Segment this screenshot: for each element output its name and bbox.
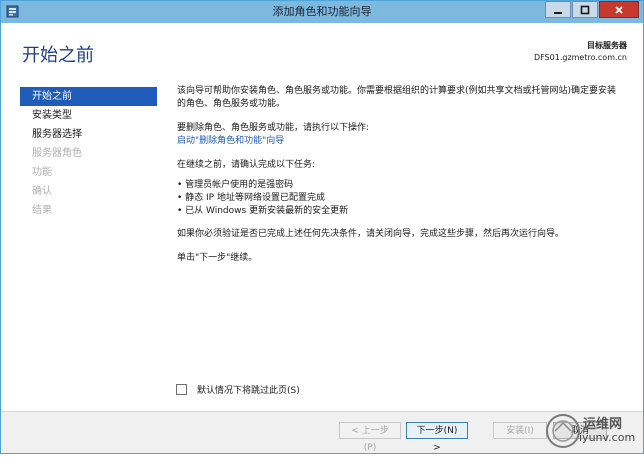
intro-text: 该向导可帮助你安装角色、角色服务或功能。你需要根据组织的计算要求(例如共享文档或… (177, 86, 617, 109)
next-button[interactable]: 下一步(N) > (406, 422, 468, 453)
wizard-nav: 开始之前 安装类型 服务器选择 服务器角色 功能 确认 结果 (20, 87, 157, 220)
list-item: • 管理员帐户使用的是强密码 (177, 180, 294, 190)
remove-intro-text: 要删除角色、角色服务或功能，请执行以下操作: (177, 123, 370, 133)
target-server-label: 目标服务器 (587, 41, 627, 50)
close-icon (615, 5, 623, 14)
maximize-button[interactable] (572, 1, 598, 18)
nav-item-confirmation: 确认 (32, 186, 52, 197)
nav-item-server-selection[interactable]: 服务器选择 (20, 125, 157, 144)
title-bar[interactable]: 添加角色和功能向导 (1, 1, 643, 23)
prereq-list: • 管理员帐户使用的是强密码 • 静态 IP 地址等网络设置已配置完成 • 已从… (177, 179, 617, 218)
verify-note-text: 如果你必须验证是否已完成上述任何先决条件，请关闭向导，完成这些步骤，然后再次运行… (177, 229, 565, 239)
click-next-text: 单击"下一步"继续。 (177, 253, 258, 263)
maximize-icon (580, 5, 590, 14)
watermark: 运维网 iyunv.com (543, 405, 643, 453)
minimize-button[interactable] (545, 1, 571, 18)
watermark-text-top: 运维网 (583, 417, 623, 432)
nav-item-results: 结果 (32, 205, 52, 216)
nav-item-before-you-begin[interactable]: 开始之前 (20, 87, 157, 106)
skip-page-row[interactable]: 默认情况下将跳过此页(S) (176, 383, 300, 396)
skip-page-label: 默认情况下将跳过此页(S) (197, 386, 300, 396)
nav-item-installation-type[interactable]: 安装类型 (20, 106, 157, 125)
target-server-info: 目标服务器 DFS01.gzmetro.com.cn (534, 40, 627, 64)
nav-item-features: 功能 (32, 167, 52, 178)
target-server-name: DFS01.gzmetro.com.cn (533, 53, 627, 62)
remove-roles-link[interactable]: 启动"删除角色和功能"向导 (177, 135, 617, 148)
list-item: • 已从 Windows 更新安装最新的安全更新 (177, 206, 349, 216)
content-pane: 该向导可帮助你安装角色、角色服务或功能。你需要根据组织的计算要求(例如共享文档或… (177, 85, 617, 265)
list-item: • 静态 IP 地址等网络设置已配置完成 (177, 193, 325, 203)
previous-button[interactable]: < 上一步(P) (339, 422, 401, 453)
skip-page-checkbox[interactable] (176, 384, 187, 395)
close-button[interactable] (599, 1, 639, 18)
before-continue-text: 在继续之前，请确认完成以下任务: (177, 160, 316, 170)
page-title: 开始之前 (22, 45, 94, 66)
minimize-icon (554, 11, 562, 14)
window-controls (544, 1, 639, 19)
nav-item-server-roles: 服务器角色 (32, 148, 82, 159)
install-button[interactable]: 安装(I) (493, 422, 547, 439)
watermark-text-bottom: iyunv.com (579, 431, 636, 444)
wizard-window: 添加角色和功能向导 开始之前 目标服务器 DFS01.gzmetro.com.c… (0, 0, 644, 454)
